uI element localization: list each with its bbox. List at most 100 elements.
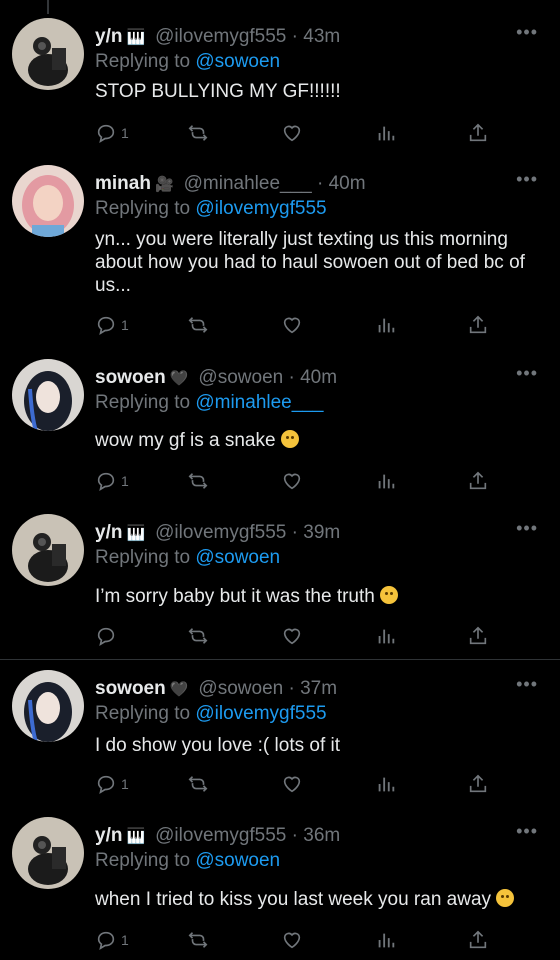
action-bar: 1 [95, 928, 495, 952]
heart-icon [283, 473, 301, 490]
reply-count: 1 [121, 473, 129, 489]
mention-link[interactable]: @ilovemygf555 [195, 703, 326, 724]
mention-link[interactable]: @ilovemygf555 [195, 198, 326, 219]
cat-avatar-icon [12, 514, 84, 586]
analytics-icon [378, 777, 395, 792]
tweet-text: wow my gf is a snake [95, 429, 545, 452]
divider [0, 659, 560, 660]
share-button[interactable] [467, 928, 489, 952]
more-icon[interactable]: ••• [516, 518, 538, 539]
heart-icon [283, 932, 301, 949]
replying-label: Replying to [95, 51, 191, 72]
pensive-emoji-icon [496, 889, 515, 907]
reply-button[interactable]: 1 [95, 928, 129, 952]
tweet-header: y/n 🎹 @ilovemygf555 · 39m [95, 521, 340, 546]
avatar[interactable] [12, 817, 84, 889]
analytics-icon [378, 629, 395, 644]
confused-emoji-icon [380, 586, 399, 604]
reply-button[interactable]: 1 [95, 772, 129, 796]
more-icon[interactable]: ••• [516, 22, 538, 43]
display-name[interactable]: y/n [95, 522, 122, 543]
analytics-button[interactable] [375, 928, 397, 952]
camera-icon: 🎥 [154, 176, 174, 193]
like-button[interactable] [281, 928, 303, 952]
analytics-button[interactable] [375, 624, 397, 648]
more-icon[interactable]: ••• [516, 363, 538, 384]
display-name[interactable]: y/n [95, 26, 122, 47]
analytics-button[interactable] [375, 121, 397, 145]
mention-link[interactable]: @sowoen [195, 547, 280, 568]
mention-link[interactable]: @sowoen [195, 51, 280, 72]
more-icon[interactable]: ••• [516, 674, 538, 695]
share-button[interactable] [467, 469, 489, 493]
retweet-icon [188, 776, 208, 792]
tweet-header: y/n 🎹 @ilovemygf555 · 36m [95, 824, 340, 849]
avatar[interactable] [12, 514, 84, 586]
share-icon [469, 315, 487, 334]
analytics-button[interactable] [375, 313, 397, 337]
share-button[interactable] [467, 121, 489, 145]
share-button[interactable] [467, 313, 489, 337]
like-button[interactable] [281, 624, 303, 648]
analytics-button[interactable] [375, 469, 397, 493]
mention-link[interactable]: @sowoen [195, 850, 280, 871]
reply-button[interactable] [95, 624, 121, 648]
tweet-text: I’m sorry baby but it was the truth [95, 585, 545, 608]
share-button[interactable] [467, 624, 489, 648]
replying-label: Replying to [95, 547, 191, 568]
reply-button[interactable]: 1 [95, 313, 129, 337]
reply-icon [97, 627, 115, 646]
replying-label: Replying to [95, 392, 191, 413]
avatar[interactable] [12, 670, 84, 742]
reply-count: 1 [121, 125, 129, 141]
display-name[interactable]: y/n [95, 825, 122, 846]
tweet-text-content: I’m sorry baby but it was the truth [95, 586, 375, 607]
retweet-icon [188, 473, 208, 489]
reply-count: 1 [121, 932, 129, 948]
tweet-text: STOP BULLYING MY GF!!!!!! [95, 81, 341, 102]
like-button[interactable] [281, 313, 303, 337]
like-button[interactable] [281, 772, 303, 796]
avatar[interactable] [12, 165, 84, 237]
retweet-button[interactable] [187, 121, 209, 145]
tweet-header: minah 🎥 @minahlee___ · 40m [95, 172, 366, 197]
reply-button[interactable]: 1 [95, 469, 129, 493]
thread-connector [47, 0, 49, 14]
analytics-button[interactable] [375, 772, 397, 796]
retweet-button[interactable] [187, 928, 209, 952]
action-bar [95, 624, 495, 648]
display-name[interactable]: sowoen [95, 678, 166, 699]
reply-button[interactable]: 1 [95, 121, 129, 145]
mention-link[interactable]: @minahlee___ [195, 392, 323, 413]
share-icon [469, 123, 487, 142]
avatar[interactable] [12, 359, 84, 431]
retweet-button[interactable] [187, 469, 209, 493]
heart-icon [283, 776, 301, 793]
replying-to: Replying to @minahlee___ [95, 391, 323, 415]
reply-count: 1 [121, 776, 129, 792]
heart-icon [283, 317, 301, 334]
more-icon[interactable]: ••• [516, 169, 538, 190]
more-icon[interactable]: ••• [516, 821, 538, 842]
replying-to: Replying to @ilovemygf555 [95, 702, 327, 726]
avatar[interactable] [12, 18, 84, 90]
action-bar: 1 [95, 772, 495, 796]
retweet-button[interactable] [187, 624, 209, 648]
display-name[interactable]: sowoen [95, 367, 166, 388]
heart-icon [283, 628, 301, 645]
retweet-button[interactable] [187, 772, 209, 796]
analytics-icon [378, 126, 395, 141]
retweet-icon [188, 317, 208, 333]
analytics-icon [378, 474, 395, 489]
share-button[interactable] [467, 772, 489, 796]
like-button[interactable] [281, 469, 303, 493]
reply-icon [97, 124, 115, 143]
like-button[interactable] [281, 121, 303, 145]
tweet-text: I do show you love :( lots of it [95, 735, 341, 756]
reply-icon [97, 472, 115, 491]
retweet-icon [188, 932, 208, 948]
retweet-button[interactable] [187, 313, 209, 337]
display-name[interactable]: minah [95, 173, 151, 194]
reply-icon [97, 316, 115, 335]
black-heart-icon: 🖤 [169, 681, 189, 698]
